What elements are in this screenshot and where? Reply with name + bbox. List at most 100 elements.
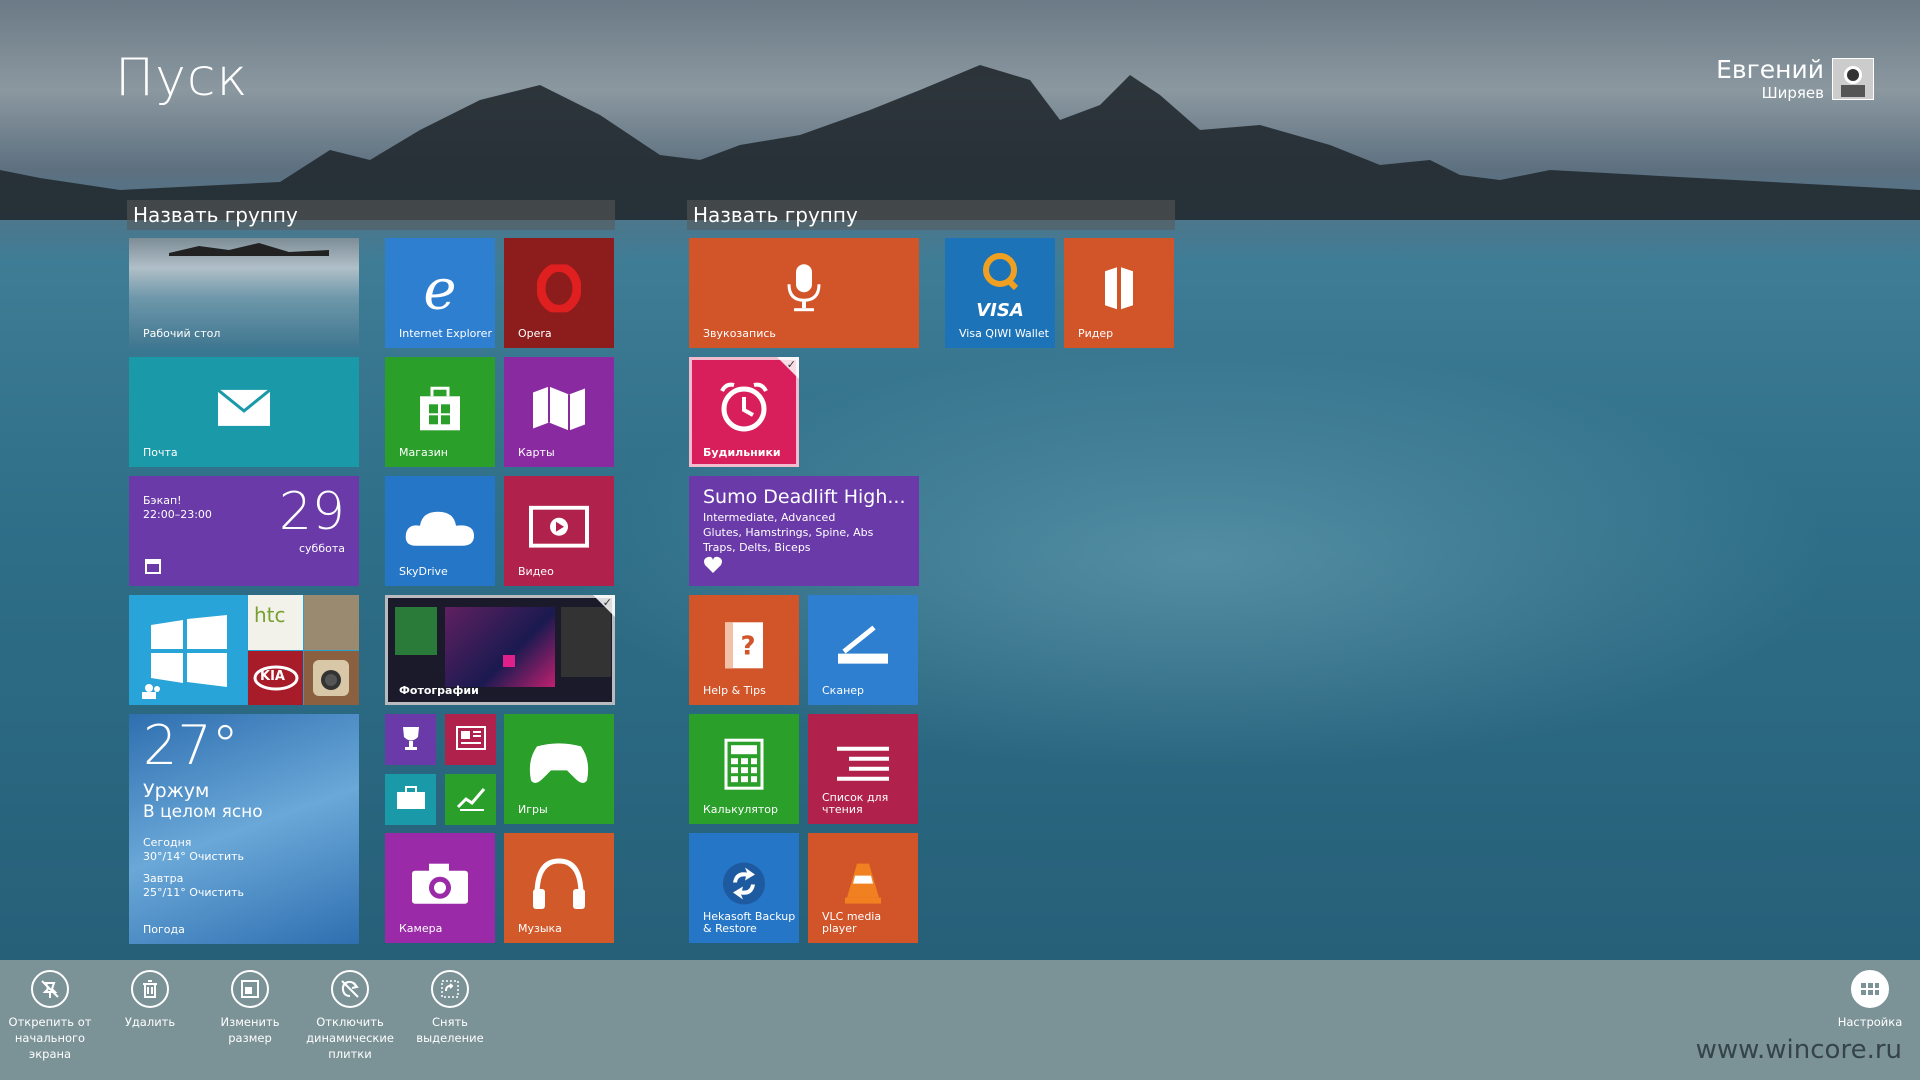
tile-store[interactable]: Магазин: [385, 357, 495, 467]
tile-skydrive[interactable]: SkyDrive: [385, 476, 495, 586]
tile-video[interactable]: Видео: [504, 476, 614, 586]
reading-list-icon: [835, 745, 891, 789]
svg-text:?: ?: [740, 631, 755, 661]
customize-button[interactable]: Настройка: [1820, 970, 1920, 1030]
tile-fitness[interactable]: Sumo Deadlift High... Intermediate, Adva…: [689, 476, 919, 586]
alarm-clock-icon: [716, 379, 772, 439]
tile-label: Ридер: [1078, 327, 1114, 340]
kia-thumbnail: KIA: [248, 651, 303, 705]
tile-visa-qiwi[interactable]: VISA Visa QIWI Wallet: [945, 238, 1055, 348]
unpin-icon: [31, 970, 69, 1008]
qiwi-icon: [978, 250, 1022, 294]
cloud-icon: [402, 506, 478, 552]
tile-label: SkyDrive: [399, 565, 448, 578]
tile-hekasoft[interactable]: Hekasoft Backup & Restore: [689, 833, 799, 943]
tile-calendar[interactable]: Бэкап! 22:00–23:00 29 суббота: [129, 476, 359, 586]
htc-thumbnail: htc: [248, 595, 303, 650]
tile-help-tips[interactable]: ? Help & Tips: [689, 595, 799, 705]
weather-today-label: Сегодня: [143, 836, 192, 849]
tile-label-line: player: [822, 922, 857, 935]
photo-thumb-accent: [503, 655, 515, 667]
label-line: плитки: [328, 1047, 372, 1061]
label-line: Изменить: [220, 1015, 280, 1029]
label-line: размер: [228, 1031, 272, 1045]
background-rocks: [0, 65, 1920, 220]
tile-desktop[interactable]: Рабочий стол: [129, 238, 359, 348]
photo-thumb-2: [445, 607, 555, 687]
live-tile-off-button[interactable]: Отключить динамические плитки: [300, 970, 400, 1062]
tile-alarms[interactable]: Будильники ✓: [689, 357, 799, 467]
internet-explorer-icon: e: [423, 257, 457, 323]
tile-label: Список для чтения: [822, 792, 888, 816]
watermark: www.wincore.ru: [1695, 1035, 1902, 1065]
headphones-icon: [529, 855, 589, 915]
tile-label: Музыка: [518, 922, 562, 935]
user-first-name: Евгений: [1716, 55, 1824, 84]
weather-forecast: Сегодня 30°/14° Очистить Завтра 25°/11° …: [143, 836, 244, 900]
windows-logo-panel: [129, 595, 247, 705]
tile-label: Internet Explorer: [399, 327, 492, 340]
htc-text: htc: [254, 603, 286, 627]
tile-label: Opera: [518, 327, 552, 340]
calendar-event: Бэкап! 22:00–23:00: [143, 494, 212, 522]
tile-scanner[interactable]: Сканер: [808, 595, 918, 705]
tile-reading-list[interactable]: Список для чтения: [808, 714, 918, 824]
user-account[interactable]: Евгений Ширяев: [1716, 55, 1824, 103]
tile-sound-recorder[interactable]: Звукозапись: [689, 238, 919, 348]
person-thumbnail: [304, 595, 359, 650]
group-header-1[interactable]: Назвать группу: [127, 200, 615, 230]
tile-games[interactable]: Игры: [504, 714, 614, 824]
tile-label: Visa QIWI Wallet: [959, 327, 1049, 340]
fitness-title: Sumo Deadlift High...: [703, 486, 906, 508]
tile-music[interactable]: Музыка: [504, 833, 614, 943]
tile-reader[interactable]: Ридер: [1064, 238, 1174, 348]
tile-label: Видео: [518, 565, 554, 578]
unpin-button[interactable]: Открепить от начального экрана: [0, 970, 100, 1062]
fitness-details: Intermediate, Advanced Glutes, Hamstring…: [703, 510, 873, 555]
maps-icon: [531, 385, 587, 435]
clear-selection-button[interactable]: Снять выделение: [400, 970, 500, 1046]
tile-travel[interactable]: [385, 774, 436, 825]
live-tile-off-icon: [331, 970, 369, 1008]
tile-mail[interactable]: Почта: [129, 357, 359, 467]
tile-maps[interactable]: Карты: [504, 357, 614, 467]
calendar-weekday: суббота: [298, 542, 345, 555]
label-line: Снять: [432, 1015, 468, 1029]
tile-achievements[interactable]: [385, 714, 436, 765]
tile-camera[interactable]: Камера: [385, 833, 495, 943]
tile-photos[interactable]: Фотографии ✓: [385, 595, 615, 705]
resize-button[interactable]: Изменить размер: [200, 970, 300, 1046]
calendar-icon: [145, 558, 161, 578]
mail-icon: [217, 388, 271, 431]
clear-selection-label: Снять выделение: [400, 1014, 500, 1046]
tile-news[interactable]: [445, 714, 496, 765]
tile-people[interactable]: htc KIA: [129, 595, 359, 705]
resize-icon: [231, 970, 269, 1008]
tile-vlc[interactable]: VLC media player: [808, 833, 918, 943]
weather-tomorrow-label: Завтра: [143, 872, 184, 885]
windows-logo-icon: [151, 615, 227, 687]
tile-label: Help & Tips: [703, 684, 766, 697]
trash-icon: [131, 970, 169, 1008]
store-icon: [415, 382, 465, 436]
tile-opera[interactable]: Opera: [504, 238, 614, 348]
vlc-cone-icon: [843, 862, 883, 910]
reader-icon: [1099, 263, 1139, 317]
clear-selection-icon: [431, 970, 469, 1008]
camera-icon: [411, 863, 469, 909]
uninstall-button[interactable]: Удалить: [100, 970, 200, 1030]
group-header-2[interactable]: Назвать группу: [687, 200, 1175, 230]
weather-today: 30°/14° Очистить: [143, 850, 244, 863]
tile-internet-explorer[interactable]: e Internet Explorer: [385, 238, 495, 348]
tile-label-line: & Restore: [703, 922, 757, 935]
label-line: выделение: [416, 1031, 484, 1045]
calculator-icon: [724, 738, 764, 794]
check-icon: ✓: [602, 596, 612, 609]
gamepad-icon: [527, 740, 591, 792]
people-icon: [142, 684, 160, 699]
tile-finance[interactable]: [445, 774, 496, 825]
avatar[interactable]: [1832, 58, 1874, 100]
tile-weather[interactable]: 27° Уржум В целом ясно Сегодня 30°/14° О…: [129, 714, 359, 944]
tile-calculator[interactable]: Калькулятор: [689, 714, 799, 824]
label-line: Отключить: [316, 1015, 384, 1029]
